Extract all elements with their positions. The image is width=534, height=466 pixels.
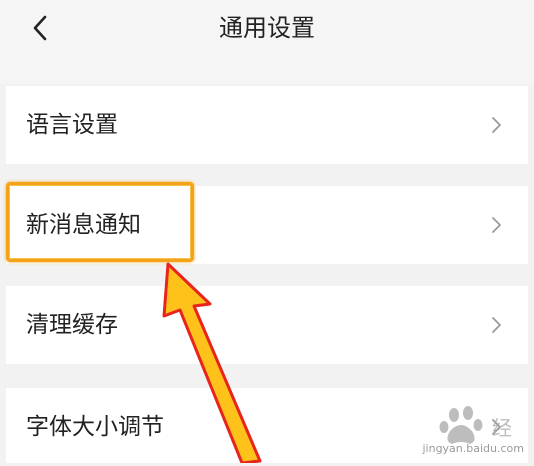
chevron-right-icon <box>492 217 501 233</box>
settings-item-language[interactable]: 语言设置 <box>6 86 528 164</box>
header-bar: 通用设置 <box>0 0 534 84</box>
settings-item-label: 清理缓存 <box>26 312 118 338</box>
settings-item-new-message-notification[interactable]: 新消息通知 <box>6 186 528 264</box>
chevron-right-icon <box>492 419 501 435</box>
chevron-left-icon <box>33 15 47 41</box>
chevron-right-icon <box>492 117 501 133</box>
page-title: 通用设置 <box>219 14 315 42</box>
chevron-right-icon <box>492 317 501 333</box>
settings-item-clear-cache[interactable]: 清理缓存 <box>6 286 528 364</box>
settings-item-label: 字体大小调节 <box>26 414 164 440</box>
watermark-url: jingyan.baidu.com <box>422 442 524 455</box>
settings-item-label: 语言设置 <box>26 112 118 138</box>
settings-item-label: 新消息通知 <box>26 212 141 238</box>
back-button[interactable] <box>22 10 58 46</box>
